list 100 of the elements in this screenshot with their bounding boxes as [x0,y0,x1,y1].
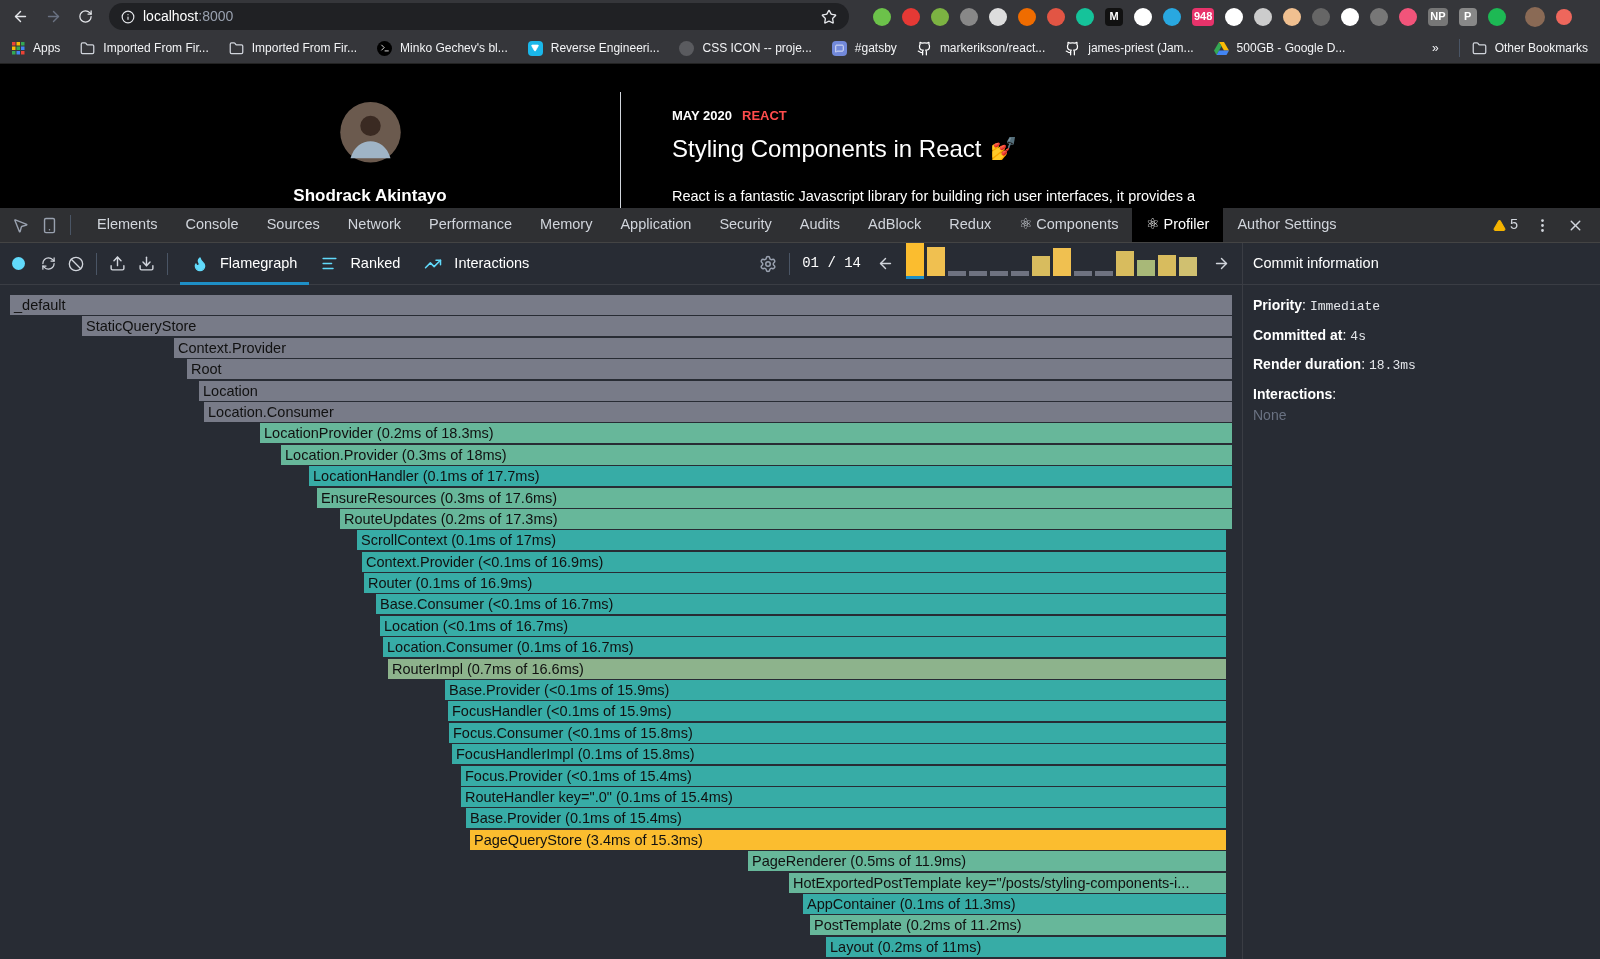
flamegraph-bar[interactable]: Root [187,359,1232,380]
extension-icon[interactable]: M [1105,7,1123,26]
flamegraph-bar[interactable]: PageQueryStore (3.4ms of 15.3ms) [470,829,1226,850]
flamegraph-bar[interactable]: Context.Provider (<0.1ms of 16.9ms) [362,551,1226,572]
commit-bar[interactable] [927,246,945,279]
load-profile-icon[interactable] [109,255,126,272]
flamegraph-bar[interactable]: Router (0.1ms of 16.9ms) [364,573,1226,594]
extension-icon[interactable] [989,7,1007,26]
profile-avatar[interactable] [1524,6,1545,27]
commit-bar[interactable] [1032,255,1050,279]
clear-icon[interactable] [68,255,84,272]
devtools-tab[interactable]: Console [171,208,253,242]
devtools-tab[interactable]: Audits [785,208,855,242]
bookmark-link[interactable]: Imported From Fir... [80,39,209,57]
devtools-tab[interactable]: Network [333,208,416,242]
flamegraph-bar[interactable]: Location.Consumer [204,401,1232,422]
devtools-tab[interactable]: Elements [83,208,172,242]
devtools-tab[interactable]: Author Settings [1223,208,1351,242]
bookmark-link[interactable]: CSS ICON -- proje... [679,39,812,57]
commit-bar[interactable] [1179,256,1197,279]
update-icon[interactable] [1555,8,1572,25]
reload-profile-icon[interactable] [41,256,56,271]
flamegraph-bar[interactable]: Location.Provider (0.3ms of 18ms) [281,444,1232,465]
extension-icon[interactable] [1283,7,1302,26]
bookmark-link[interactable]: Minko Gechev's bl... [377,39,508,57]
flamegraph-bar[interactable]: RouteUpdates (0.2ms of 17.3ms) [340,508,1232,529]
extension-icon[interactable]: NP [1428,7,1448,26]
bookmark-link[interactable]: Other Bookmarks [1458,39,1588,57]
flamegraph-bar[interactable]: Base.Consumer (<0.1ms of 16.7ms) [376,594,1226,615]
previous-commit-icon[interactable] [877,255,894,272]
flamegraph-bar[interactable]: Location [199,380,1232,401]
devtools-tab[interactable]: Sources [252,208,334,242]
extension-icon[interactable] [1076,7,1094,26]
flamegraph-bar[interactable]: ScrollContext (0.1ms of 17ms) [357,530,1226,551]
flamegraph-bar[interactable]: LocationHandler (0.1ms of 17.7ms) [309,466,1232,487]
commit-bar[interactable] [1137,259,1155,279]
extension-icon[interactable] [931,7,949,26]
bookmark-link[interactable]: james-priest (Jam... [1065,39,1194,57]
flamegraph-bar[interactable]: Context.Provider [174,337,1232,358]
flamegraph-bar[interactable]: FocusHandlerImpl (0.1ms of 15.8ms) [452,744,1226,765]
save-profile-icon[interactable] [138,255,155,272]
extension-icon[interactable]: P [1458,7,1477,26]
bookmark-link[interactable]: Reverse Engineeri... [527,39,660,57]
address-field[interactable]: localhost:8000 [109,3,849,30]
bookmark-link[interactable]: Imported From Fir... [228,39,358,57]
flamegraph-bar[interactable]: AppContainer (0.1ms of 11.3ms) [803,893,1226,914]
bookmark-star-icon[interactable] [821,8,837,25]
bookmark-link[interactable]: Apps [12,39,61,57]
devtools-tab[interactable]: Security [705,208,786,242]
flamegraph-bar[interactable]: Base.Provider (0.1ms of 15.4ms) [466,808,1226,829]
view-tab[interactable]: Flamegraph [180,242,310,285]
devtools-tab[interactable]: ⚛ Profiler [1132,208,1224,242]
forward-icon[interactable] [45,8,62,25]
extension-icon[interactable] [1134,7,1152,26]
devtools-tab[interactable]: AdBlock [854,208,936,242]
flamegraph-bar[interactable]: HotExportedPostTemplate key="/posts/styling-components-i... [789,872,1226,893]
flamegraph-bar[interactable]: _default [10,295,1232,315]
devtools-tab[interactable]: Performance [415,208,527,242]
post-tag[interactable]: REACT [742,106,787,126]
extension-icon[interactable] [873,7,891,26]
flamegraph-bar[interactable]: LocationProvider (0.2ms of 18.3ms) [260,423,1232,444]
extension-icon[interactable] [1341,7,1360,26]
back-icon[interactable] [12,8,29,25]
devtools-tab[interactable]: Redux [935,208,1006,242]
next-commit-icon[interactable] [1213,255,1230,272]
device-toolbar-icon[interactable] [41,216,58,234]
warning-count[interactable]: 5 [1492,214,1518,236]
devtools-tab[interactable]: ⚛ Components [1005,208,1133,242]
flamegraph-bar[interactable]: Location (<0.1ms of 16.7ms) [380,615,1226,636]
flamegraph-bar[interactable]: EnsureResources (0.3ms of 17.6ms) [317,487,1232,508]
more-bookmarks-button[interactable]: » [1431,39,1439,57]
reload-icon[interactable] [78,9,93,24]
view-tab[interactable]: Ranked [309,242,413,285]
flamegraph-bar[interactable]: PostTemplate (0.2ms of 11.2ms) [810,915,1226,936]
bookmark-link[interactable]: 500GB - Google D... [1213,39,1346,57]
commit-bar[interactable] [1158,254,1176,279]
flamegraph-bar[interactable]: PageRenderer (0.5ms of 11.9ms) [748,851,1226,872]
flamegraph-bar[interactable]: StaticQueryStore [82,316,1232,337]
extension-icon[interactable] [1225,7,1244,26]
view-tab[interactable]: Interactions [412,242,542,285]
devtools-tab[interactable]: Application [606,208,706,242]
bookmark-link[interactable]: #gatsby [831,39,897,57]
flamegraph-bar[interactable]: RouterImpl (0.7ms of 16.6ms) [388,658,1226,679]
extension-icon[interactable]: 948 [1192,7,1215,26]
flamegraph-bar[interactable]: Focus.Consumer (<0.1ms of 15.8ms) [449,722,1226,743]
flamegraph-bar[interactable]: Layout (0.2ms of 11ms) [826,936,1226,957]
record-button[interactable] [12,257,25,270]
flamegraph-bar[interactable]: RouteHandler key=".0" (0.1ms of 15.4ms) [461,787,1226,807]
flamegraph-bar[interactable]: Base.Provider (<0.1ms of 15.9ms) [445,680,1226,701]
bookmark-link[interactable]: markerikson/react... [916,39,1046,57]
commit-bar[interactable] [906,242,924,279]
commit-bar[interactable] [1053,247,1071,279]
flamegraph-bar[interactable]: Focus.Provider (<0.1ms of 15.4ms) [461,765,1226,786]
settings-icon[interactable] [759,254,778,273]
devtools-tab[interactable]: Memory [526,208,607,242]
inspect-icon[interactable] [12,216,29,234]
flamegraph-bar[interactable]: FocusHandler (<0.1ms of 15.9ms) [448,701,1226,722]
info-icon[interactable] [121,9,135,24]
flamegraph-bar[interactable]: Location.Consumer (0.1ms of 16.7ms) [383,637,1226,658]
extension-icon[interactable] [1254,7,1273,26]
